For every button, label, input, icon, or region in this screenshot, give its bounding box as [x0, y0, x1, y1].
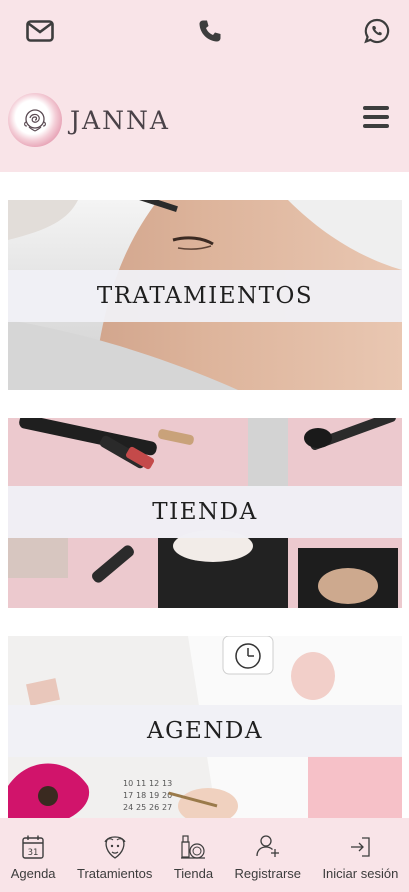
makeup-icon: [181, 835, 206, 859]
svg-text:10: 10: [123, 779, 133, 788]
nav-label: Tienda: [173, 866, 214, 881]
svg-text:24: 24: [123, 803, 133, 812]
svg-text:19: 19: [149, 791, 159, 800]
svg-text:13: 13: [162, 779, 172, 788]
top-bar: JANNA: [0, 0, 409, 172]
nav-registrarse[interactable]: Registrarse: [224, 818, 312, 892]
card-label: TIENDA: [8, 486, 402, 538]
nav-label: Iniciar sesión: [322, 866, 399, 881]
mail-icon[interactable]: [25, 16, 55, 46]
nav-label: Tratamientos: [76, 866, 153, 881]
nav-agenda[interactable]: 31 Agenda: [0, 818, 66, 892]
svg-text:12: 12: [149, 779, 159, 788]
svg-text:25: 25: [136, 803, 146, 812]
calendar-day: 31: [28, 848, 39, 858]
nav-tratamientos[interactable]: Tratamientos: [66, 818, 163, 892]
svg-text:18: 18: [136, 791, 146, 800]
face-mask-icon: [104, 836, 126, 859]
hamburger-icon[interactable]: [363, 106, 389, 128]
card-label: AGENDA: [8, 705, 402, 757]
phone-icon[interactable]: [195, 16, 225, 46]
svg-text:26: 26: [149, 803, 159, 812]
nav-label: Registrarse: [234, 866, 301, 881]
brand[interactable]: JANNA: [8, 92, 170, 148]
calendar-31-icon: 31: [22, 835, 44, 859]
svg-text:11: 11: [136, 779, 146, 788]
nav-label: Agenda: [10, 866, 56, 881]
add-user-icon: [256, 835, 279, 857]
card-label: TRATAMIENTOS: [8, 270, 402, 322]
svg-text:27: 27: [162, 803, 172, 812]
login-icon: [351, 837, 371, 857]
whatsapp-icon[interactable]: [362, 16, 392, 46]
rose-logo: [8, 93, 62, 147]
nav-tienda[interactable]: Tienda: [163, 818, 224, 892]
svg-text:17: 17: [123, 791, 133, 800]
card-agenda[interactable]: 10 11 12 13 17 18 19 20 24 25 26 27 AGENDA: [8, 636, 402, 826]
brand-name: JANNA: [70, 105, 170, 135]
card-tienda[interactable]: TIENDA: [8, 418, 402, 608]
nav-iniciar-sesion[interactable]: Iniciar sesión: [312, 818, 409, 892]
card-tratamientos[interactable]: TRATAMIENTOS: [8, 200, 402, 390]
bottom-nav: 31 Agenda Tratamientos Tienda Registrars: [0, 818, 409, 892]
